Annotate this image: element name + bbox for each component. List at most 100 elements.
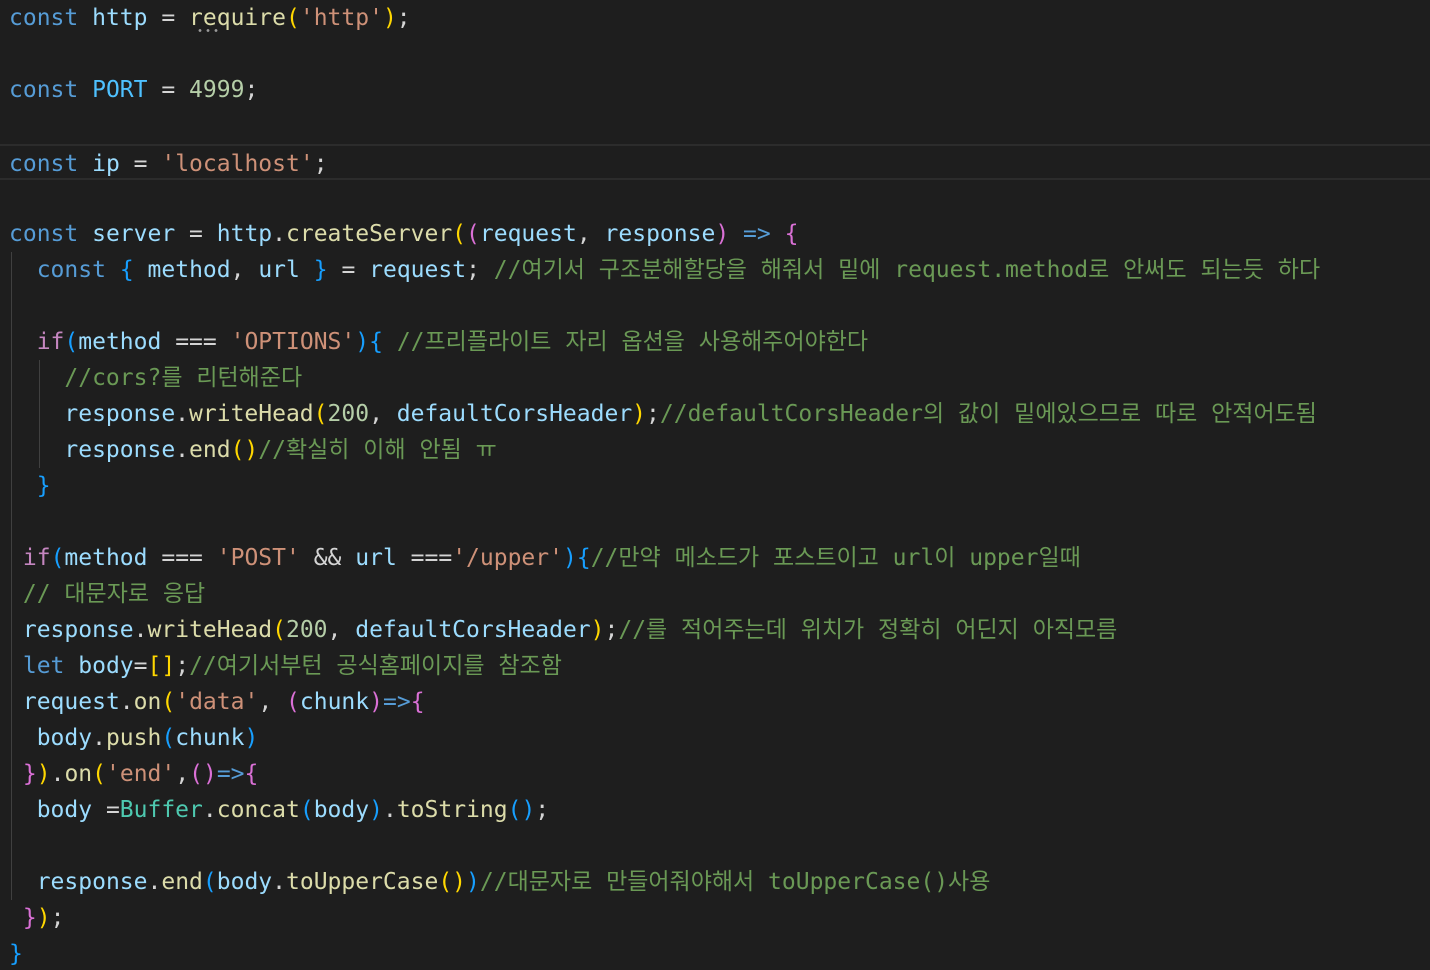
code-token: response — [604, 221, 716, 247]
code-token: = — [147, 5, 190, 31]
code-line[interactable] — [0, 108, 1430, 144]
code-line[interactable]: } — [0, 468, 1430, 504]
code-token: . — [175, 401, 190, 427]
code-token: { — [369, 329, 383, 355]
code-token: if — [36, 329, 65, 355]
code-line[interactable]: let body=[];//여기서부턴 공식홈페이지를 참조함 — [0, 648, 1430, 684]
code-line[interactable]: body =Buffer.concat(body).toString(); — [0, 792, 1430, 828]
code-line[interactable]: }); — [0, 900, 1430, 936]
code-token: = — [327, 257, 370, 283]
code-line[interactable] — [0, 36, 1430, 72]
code-token: server — [92, 221, 176, 247]
code-token: === — [396, 545, 453, 571]
code-token: Buffer — [119, 797, 203, 823]
code-line[interactable]: if(method === 'POST' && url ==='/upper')… — [0, 540, 1430, 576]
code-token: 'OPTIONS' — [230, 329, 356, 355]
code-token: . — [119, 689, 134, 715]
code-token: ) — [36, 905, 51, 931]
code-token: on — [133, 689, 162, 715]
code-token: const — [9, 77, 79, 103]
code-line[interactable] — [0, 504, 1430, 540]
code-token: const — [9, 221, 79, 247]
code-token: ) — [382, 5, 397, 31]
code-token: 4999 — [189, 77, 245, 103]
code-token: //여기서 구조분해할당을 해줘서 밑에 request.method로 안써도… — [493, 257, 1321, 283]
code-line[interactable] — [0, 828, 1430, 864]
code-token: http — [92, 5, 148, 31]
code-token: ( — [313, 401, 328, 427]
code-line[interactable]: const PORT = 4999; — [0, 72, 1430, 108]
code-token: . — [92, 725, 106, 751]
code-token: createServer — [286, 221, 453, 247]
code-token: url — [258, 257, 300, 283]
code-token: defaultCorsHeader — [355, 617, 591, 643]
code-token: let — [22, 653, 65, 679]
code-line[interactable]: } — [0, 936, 1430, 970]
code-token: ( — [299, 797, 314, 823]
code-token: body — [313, 797, 370, 823]
code-token: => — [216, 761, 245, 787]
code-line[interactable]: response.end(body.toUpperCase())//대문자로 만… — [0, 864, 1430, 900]
code-line[interactable]: //cors?를 리턴해준다 — [0, 360, 1430, 396]
code-token: . — [133, 617, 148, 643]
code-token: ( — [466, 221, 480, 247]
code-token: { — [576, 545, 591, 571]
code-token: ; — [646, 401, 660, 427]
code-token: . — [382, 797, 397, 823]
code-token: push — [105, 725, 162, 751]
code-token: . — [175, 437, 190, 463]
code-line[interactable] — [0, 180, 1430, 216]
code-line[interactable] — [0, 288, 1430, 324]
code-token: => — [743, 221, 771, 247]
code-token: , — [576, 221, 605, 247]
code-token: { — [784, 221, 799, 247]
code-token: () — [507, 797, 536, 823]
code-line[interactable]: const ip = 'localhost'; — [0, 144, 1430, 180]
code-token: body — [78, 653, 134, 679]
code-token: ( — [50, 545, 65, 571]
code-token: const — [36, 257, 106, 283]
code-line[interactable]: }).on('end',()=>{ — [0, 756, 1430, 792]
code-line[interactable]: response.writeHead(200, defaultCorsHeade… — [0, 396, 1430, 432]
code-token: //cors?를 리턴해준다 — [64, 365, 303, 391]
code-token: ( — [452, 221, 467, 247]
code-token: === — [161, 329, 231, 355]
code-token: ) — [632, 401, 647, 427]
code-token: writeHead — [189, 401, 314, 427]
code-token: end — [189, 437, 231, 463]
code-line[interactable]: const server = http.createServer((reques… — [0, 216, 1430, 252]
code-line[interactable]: body.push(chunk) — [0, 720, 1430, 756]
code-token: method — [147, 257, 231, 283]
code-token: ; — [50, 905, 65, 931]
code-token: && — [299, 545, 356, 571]
code-token: end — [161, 869, 203, 895]
code-line[interactable]: const { method, url } = request; //여기서 구… — [0, 252, 1430, 288]
code-token: = — [119, 151, 162, 177]
code-line[interactable]: response.writeHead(200, defaultCorsHeade… — [0, 612, 1430, 648]
code-token: //defaultCorsHeader의 값이 밑에있으므로 따로 안적어도됨 — [659, 401, 1317, 427]
code-line[interactable]: request.on('data', (chunk)=>{ — [0, 684, 1430, 720]
code-editor[interactable]: const http = require('http'); const PORT … — [0, 0, 1430, 970]
code-token: () — [438, 869, 467, 895]
code-line[interactable]: response.end()//확실히 이해 안됨 ㅠ — [0, 432, 1430, 468]
code-token: . — [272, 221, 286, 247]
code-token: 200 — [285, 617, 328, 643]
code-token: 'localhost' — [161, 151, 314, 177]
code-token: toUpperCase — [286, 869, 439, 895]
code-token: request — [369, 257, 467, 283]
code-line[interactable]: // 대문자로 응답 — [0, 576, 1430, 612]
code-token: { — [244, 761, 259, 787]
code-token: = — [133, 653, 148, 679]
code-line[interactable]: const http = require('http'); — [0, 0, 1430, 36]
code-line[interactable]: if(method === 'OPTIONS'){ //프리플라이트 자리 옵션… — [0, 324, 1430, 360]
code-token: ; — [466, 257, 494, 283]
